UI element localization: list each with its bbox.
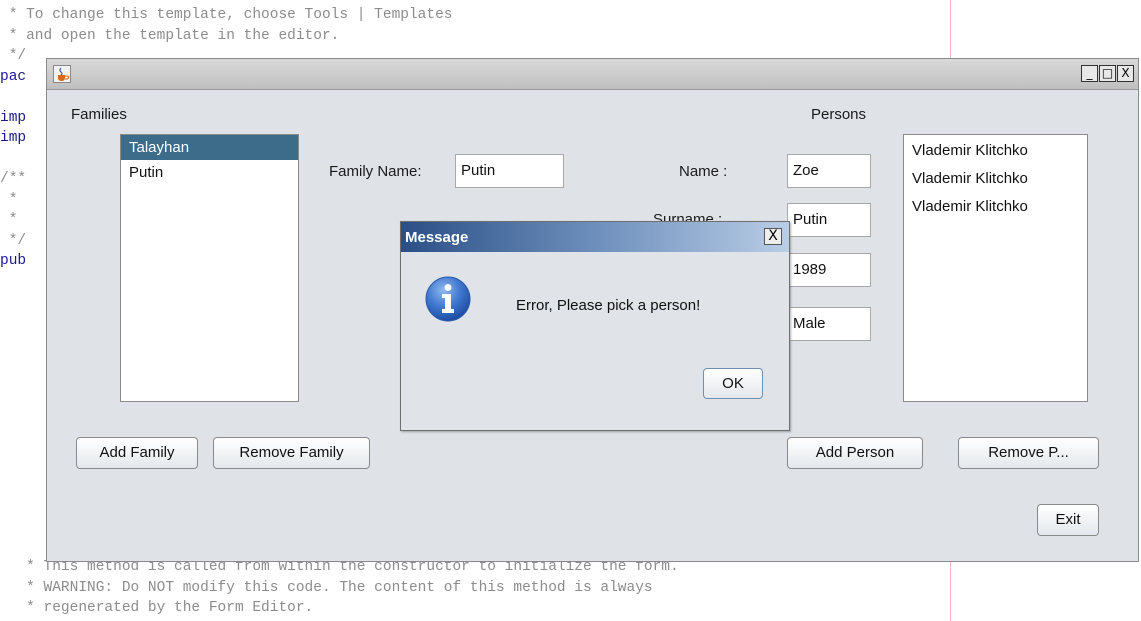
maximize-button[interactable]: □ — [1099, 65, 1116, 82]
persons-list[interactable]: Vlademir Klitchko Vlademir Klitchko Vladem… — [903, 134, 1088, 402]
remove-person-button[interactable]: Remove P... — [958, 437, 1099, 469]
code-line: pub — [0, 253, 27, 269]
person-list-item[interactable]: Vlademir Klitchko — [904, 169, 1087, 197]
code-line: imp — [0, 109, 27, 126]
code-line: * — [0, 212, 18, 228]
close-button[interactable]: X — [1117, 65, 1134, 82]
person-list-item[interactable]: Vlademir Klitchko — [904, 197, 1087, 225]
add-person-button[interactable]: Add Person — [787, 437, 923, 469]
ok-button[interactable]: OK — [703, 368, 763, 399]
dialog-title: Message — [405, 229, 469, 246]
name-label: Name : — [679, 163, 728, 180]
person-list-item[interactable]: Vlademir Klitchko — [904, 141, 1087, 169]
code-line: * WARNING: Do NOT modify this code. The … — [0, 579, 653, 596]
code-line: */ — [0, 232, 27, 249]
code-line: * — [0, 191, 18, 208]
families-label: Families — [71, 106, 127, 123]
info-icon — [425, 276, 471, 322]
window-controls: _ □ X — [1081, 65, 1134, 82]
family-list-item[interactable]: Putin — [121, 160, 298, 185]
code-line: * and open the template in the editor. — [0, 27, 340, 44]
code-line: * regenerated by the Form Editor. — [0, 600, 314, 616]
window-titlebar[interactable]: _ □ X — [47, 59, 1138, 90]
birth-year-field[interactable]: 1989 — [787, 253, 871, 287]
dialog-close-button[interactable]: X — [764, 228, 782, 245]
name-field[interactable]: Zoe — [787, 154, 871, 188]
gender-field[interactable]: Male — [787, 307, 871, 341]
family-name-label: Family Name: — [329, 163, 422, 180]
family-list-item[interactable]: Talayhan — [121, 135, 298, 160]
persons-label: Persons — [811, 106, 867, 123]
code-line: */ — [0, 48, 27, 64]
code-line: imp — [0, 130, 27, 146]
family-name-field[interactable]: Putin — [455, 154, 564, 188]
remove-family-button[interactable]: Remove Family — [213, 437, 370, 469]
message-dialog: Message X Error, Please pick a person! O… — [400, 221, 790, 431]
exit-button[interactable]: Exit — [1037, 504, 1099, 536]
add-family-button[interactable]: Add Family — [76, 437, 198, 469]
code-line: pac — [0, 68, 27, 85]
minimize-button[interactable]: _ — [1081, 65, 1098, 82]
families-list[interactable]: Talayhan Putin — [120, 134, 299, 402]
code-line: /** — [0, 171, 27, 187]
dialog-titlebar[interactable]: Message X — [401, 222, 789, 252]
surname-field[interactable]: Putin — [787, 203, 871, 237]
dialog-message: Error, Please pick a person! — [516, 297, 701, 314]
java-cup-icon — [53, 65, 71, 83]
code-line: * To change this template, choose Tools … — [0, 7, 453, 23]
